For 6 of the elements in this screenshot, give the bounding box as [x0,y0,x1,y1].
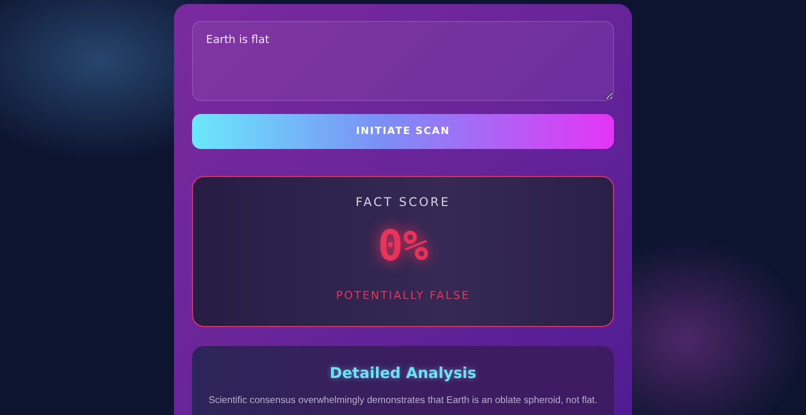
analysis-title: Detailed Analysis [330,364,476,382]
score-title: FACT SCORE [356,195,450,209]
initiate-scan-button[interactable]: INITIATE SCAN [192,114,614,149]
score-value: 0% [378,223,428,269]
verdict-label: POTENTIALLY FALSE [336,289,470,302]
analysis-paragraph: Scientific consensus overwhelmingly demonstrates that Earth is an oblate spheroid, not flat. [208,394,598,408]
